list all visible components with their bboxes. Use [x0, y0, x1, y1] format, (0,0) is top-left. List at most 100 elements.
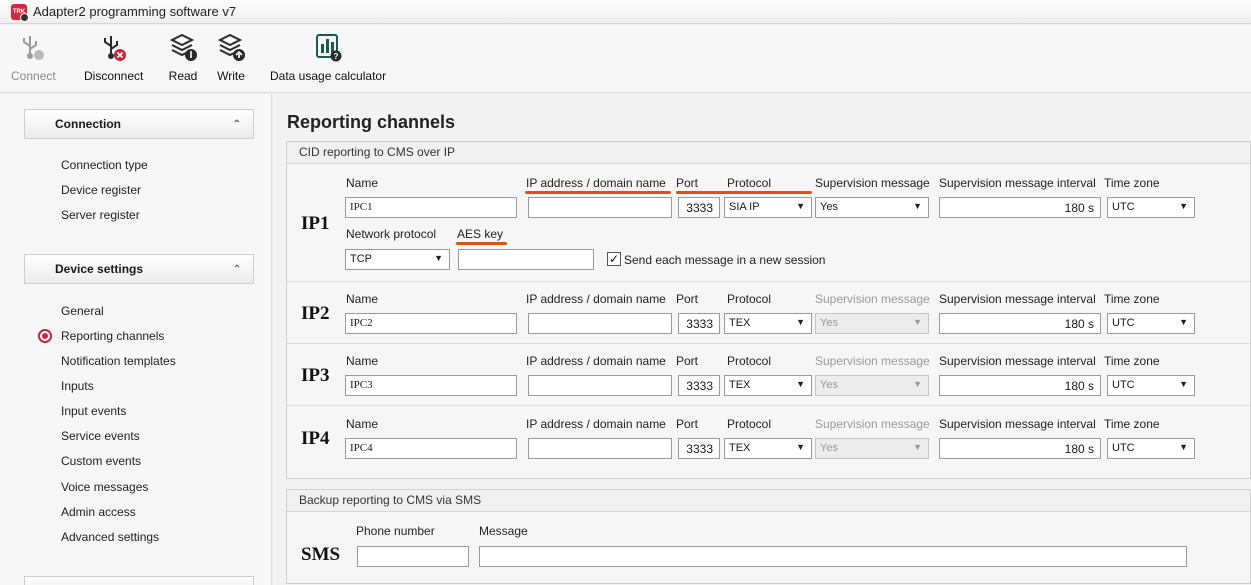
- ip2-protocol-label: Protocol: [727, 292, 772, 306]
- send-new-session-checkbox[interactable]: ✓: [607, 252, 621, 266]
- chevron-up-icon: ⌃: [232, 263, 241, 275]
- dropdown-arrow-icon: ▼: [1179, 442, 1188, 452]
- ip2-port-label: Port: [676, 292, 699, 306]
- connect-button[interactable]: Connect: [11, 31, 56, 89]
- sidebar-item-input-events[interactable]: Input events: [61, 404, 126, 418]
- device-settings-section-header[interactable]: Device settings ⌃: [24, 254, 254, 284]
- svg-text:?: ?: [334, 52, 339, 61]
- ip2-port-input[interactable]: 3333: [678, 313, 720, 334]
- ip3-supervision-label: Supervision message: [815, 354, 930, 368]
- sms-reporting-group: Backup reporting to CMS via SMS Phone nu…: [286, 489, 1251, 584]
- ip1-name-label: Name: [346, 176, 379, 190]
- ip2-name-input[interactable]: IPC2: [345, 313, 517, 334]
- phone-number-input[interactable]: [357, 546, 469, 567]
- ip3-timezone-label: Time zone: [1104, 354, 1160, 368]
- dropdown-arrow-icon: ▼: [796, 317, 805, 327]
- send-new-session-label: Send each message in a new session: [624, 253, 826, 267]
- ip1-supervision-value: Yes: [820, 201, 838, 213]
- sidebar-item-device-register[interactable]: Device register: [61, 183, 141, 197]
- selected-indicator-icon: [38, 329, 52, 343]
- ip2-interval-input[interactable]: 180 s: [939, 313, 1101, 334]
- ip3-protocol-select[interactable]: TEX ▼: [724, 375, 812, 396]
- ip4-ip-label: IP address / domain name: [526, 417, 666, 431]
- ip4-interval-input[interactable]: 180 s: [939, 438, 1101, 459]
- sms-message-input[interactable]: [479, 546, 1187, 567]
- sidebar-item-advanced-settings[interactable]: Advanced settings: [61, 530, 159, 544]
- ip1-interval-label: Supervision message interval: [939, 176, 1096, 190]
- ip2-protocol-select[interactable]: TEX ▼: [724, 313, 812, 334]
- write-label: Write: [217, 69, 245, 83]
- sidebar-item-general[interactable]: General: [61, 304, 104, 318]
- ip2-supervision-select: Yes ▼: [815, 313, 929, 334]
- sidebar-item-custom-events[interactable]: Custom events: [61, 454, 141, 468]
- ip1-protocol-value: SIA IP: [729, 201, 760, 213]
- ip4-timezone-select[interactable]: UTC ▼: [1107, 438, 1195, 459]
- ip4-supervision-value: Yes: [820, 442, 838, 454]
- network-protocol-select[interactable]: TCP ▼: [345, 249, 450, 270]
- dropdown-arrow-icon: ▼: [913, 442, 922, 452]
- sidebar-item-service-events[interactable]: Service events: [61, 429, 140, 443]
- ip2-supervision-value: Yes: [820, 317, 838, 329]
- ip1-timezone-select[interactable]: UTC ▼: [1107, 197, 1195, 218]
- cid-reporting-group: CID reporting to CMS over IP Name IP add…: [286, 141, 1251, 479]
- ip3-ip-input[interactable]: [528, 375, 672, 396]
- sidebar-item-connection-type[interactable]: Connection type: [61, 158, 148, 172]
- ip3-port-input[interactable]: 3333: [678, 375, 720, 396]
- ip2-name-label: Name: [346, 292, 379, 306]
- disconnect-button[interactable]: Disconnect: [84, 31, 143, 89]
- left-navigation: Connection ⌃ Connection type Device regi…: [0, 94, 272, 585]
- dropdown-arrow-icon: ▼: [796, 379, 805, 389]
- ip4-name-input[interactable]: IPC4: [345, 438, 517, 459]
- ip1-protocol-select[interactable]: SIA IP ▼: [724, 197, 812, 218]
- read-label: Read: [168, 69, 198, 83]
- data-usage-label: Data usage calculator: [270, 69, 387, 83]
- ip4-ip-input[interactable]: [528, 438, 672, 459]
- sidebar-item-reporting-channels[interactable]: Reporting channels: [61, 329, 164, 343]
- ip4-interval-label: Supervision message interval: [939, 417, 1096, 431]
- ip4-timezone-value: UTC: [1112, 442, 1135, 454]
- write-button[interactable]: Write: [216, 31, 246, 89]
- ip4-protocol-select[interactable]: TEX ▼: [724, 438, 812, 459]
- sidebar-item-inputs[interactable]: Inputs: [61, 379, 94, 393]
- ip1-port-label: Port: [676, 176, 699, 190]
- ip3-name-label: Name: [346, 354, 379, 368]
- dropdown-arrow-icon: ▼: [1179, 201, 1188, 211]
- ip1-interval-input[interactable]: 180 s: [939, 197, 1101, 218]
- ip2-timezone-select[interactable]: UTC ▼: [1107, 313, 1195, 334]
- ip4-protocol-label: Protocol: [727, 417, 772, 431]
- read-button[interactable]: Read: [168, 31, 198, 89]
- sidebar-item-admin-access[interactable]: Admin access: [61, 505, 136, 519]
- row-separator: [287, 405, 1250, 406]
- dropdown-arrow-icon: ▼: [913, 379, 922, 389]
- ip1-title: IP1: [301, 213, 330, 234]
- dropdown-arrow-icon: ▼: [913, 201, 922, 211]
- ip4-name-label: Name: [346, 417, 379, 431]
- sidebar-item-voice-messages[interactable]: Voice messages: [61, 480, 148, 494]
- sidebar-item-notification-templates[interactable]: Notification templates: [61, 354, 176, 368]
- data-usage-calculator-button[interactable]: ? Data usage calculator: [270, 31, 386, 89]
- ip3-timezone-value: UTC: [1112, 379, 1135, 391]
- app-logo-icon: TRK: [11, 3, 29, 22]
- title-bar: TRK Adapter2 programming software v7: [0, 0, 1251, 24]
- ip1-name-input[interactable]: IPC1: [345, 197, 517, 218]
- ip2-ip-input[interactable]: [528, 313, 672, 334]
- dropdown-arrow-icon: ▼: [434, 253, 443, 263]
- ip1-port-input[interactable]: 3333: [678, 197, 720, 218]
- dropdown-arrow-icon: ▼: [913, 317, 922, 327]
- ip1-ip-input[interactable]: [528, 197, 672, 218]
- sidebar-item-server-register[interactable]: Server register: [61, 208, 140, 222]
- annotation-underline: [525, 191, 671, 194]
- ip4-port-input[interactable]: 3333: [678, 438, 720, 459]
- ip4-protocol-value: TEX: [729, 442, 751, 454]
- connection-section-header[interactable]: Connection ⌃: [24, 109, 254, 139]
- ip3-name-input[interactable]: IPC3: [345, 375, 517, 396]
- ip1-supervision-select[interactable]: Yes ▼: [815, 197, 929, 218]
- row-separator: [287, 343, 1250, 344]
- aes-key-input[interactable]: [458, 249, 594, 270]
- ip2-ip-label: IP address / domain name: [526, 292, 666, 306]
- ip3-timezone-select[interactable]: UTC ▼: [1107, 375, 1195, 396]
- cid-group-header: CID reporting to CMS over IP: [287, 142, 1250, 164]
- collapsed-section-header[interactable]: [24, 576, 254, 585]
- annotation-underline: [676, 191, 812, 194]
- ip3-interval-input[interactable]: 180 s: [939, 375, 1101, 396]
